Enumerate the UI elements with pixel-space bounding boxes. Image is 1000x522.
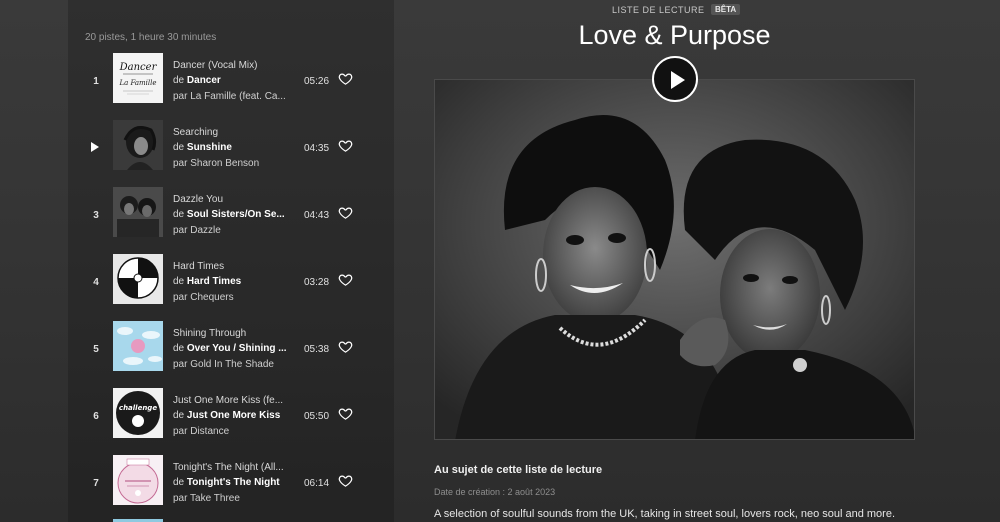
track-duration: 05:38: [304, 344, 330, 355]
track-duration: 04:35: [304, 143, 330, 154]
track-album-line: de Tonight's The Night: [173, 477, 288, 488]
play-button[interactable]: [652, 56, 698, 102]
track-title[interactable]: Searching: [173, 127, 288, 138]
track-row[interactable]: 1 Dancer La Famille Dancer (Vocal Mix) de…: [68, 50, 394, 117]
svg-text:La Famille: La Famille: [118, 79, 156, 87]
page-title: Love & Purpose: [578, 20, 771, 50]
track-duration: 06:14: [304, 478, 330, 489]
track-number: 6: [93, 411, 99, 422]
from-prefix: de: [173, 410, 187, 421]
album-cover[interactable]: Dancer La Famille: [113, 53, 163, 103]
heart-icon[interactable]: [338, 138, 353, 153]
track-album[interactable]: Just One More Kiss: [187, 410, 280, 421]
track-album[interactable]: Over You / Shining ...: [187, 343, 287, 354]
heart-icon[interactable]: [338, 473, 353, 488]
svg-text:challenge: challenge: [119, 404, 157, 412]
track-row[interactable]: 3 Dazzle You de Soul Sisters/On Se... pa…: [68, 184, 394, 251]
album-cover[interactable]: challenge: [113, 388, 163, 438]
track-artist[interactable]: par Chequers: [173, 292, 288, 303]
track-album[interactable]: Hard Times: [187, 276, 241, 287]
track-album[interactable]: Sunshine: [187, 142, 232, 153]
track-duration: 03:28: [304, 277, 330, 288]
track-artist[interactable]: par Distance: [173, 426, 288, 437]
from-prefix: de: [173, 276, 187, 287]
now-playing-icon[interactable]: [91, 142, 99, 152]
about-heading: Au sujet de cette liste de lecture: [434, 464, 603, 476]
track-album-line: de Dancer: [173, 75, 288, 86]
track-duration: 05:50: [304, 411, 330, 422]
track-album-line: de Over You / Shining ...: [173, 343, 288, 354]
album-cover[interactable]: [113, 321, 163, 371]
from-prefix: de: [173, 477, 187, 488]
track-row[interactable]: Searching de Sunshine par Sharon Benson …: [68, 117, 394, 184]
track-duration: 05:26: [304, 76, 330, 87]
playlist-summary: 20 pistes, 1 heure 30 minutes: [85, 32, 217, 43]
track-title[interactable]: Just One More Kiss (fe...: [173, 395, 288, 406]
track-number: 7: [93, 478, 99, 489]
track-title[interactable]: Tonight's The Night (All...: [173, 462, 288, 473]
beta-badge: BÊTA: [711, 4, 741, 15]
track-title[interactable]: Shining Through: [173, 328, 288, 339]
track-number: 1: [93, 76, 99, 87]
track-row[interactable]: 4 Hard Times de Hard Times par Chequers …: [68, 251, 394, 318]
heart-icon[interactable]: [338, 339, 353, 354]
album-cover[interactable]: [113, 187, 163, 237]
playlist-cover-image: [434, 79, 915, 440]
album-cover[interactable]: [113, 455, 163, 505]
track-artist[interactable]: par Dazzle: [173, 225, 288, 236]
from-prefix: de: [173, 142, 187, 153]
track-row[interactable]: 7 Tonight's The Night (All... de Tonight…: [68, 452, 394, 519]
album-cover[interactable]: [113, 254, 163, 304]
track-artist[interactable]: par Sharon Benson: [173, 158, 288, 169]
track-album[interactable]: Soul Sisters/On Se...: [187, 209, 285, 220]
track-album-line: de Just One More Kiss: [173, 410, 288, 421]
from-prefix: de: [173, 75, 187, 86]
track-row[interactable]: 6 challenge Just One More Kiss (fe... de…: [68, 385, 394, 452]
track-number: 3: [93, 210, 99, 221]
heart-icon[interactable]: [338, 406, 353, 421]
track-artist[interactable]: par Gold In The Shade: [173, 359, 288, 370]
heart-icon[interactable]: [338, 205, 353, 220]
track-artist[interactable]: par Take Three: [173, 493, 288, 504]
track-album-line: de Hard Times: [173, 276, 288, 287]
track-title[interactable]: Dancer (Vocal Mix): [173, 60, 288, 71]
track-number: 4: [93, 277, 99, 288]
creation-date: Date de création : 2 août 2023: [434, 487, 556, 497]
track-number: 5: [93, 344, 99, 355]
track-title[interactable]: Hard Times: [173, 261, 288, 272]
svg-text:Dancer: Dancer: [119, 62, 158, 73]
heart-icon[interactable]: [338, 71, 353, 86]
track-album[interactable]: Dancer: [187, 75, 221, 86]
track-row[interactable]: 5 Shining Through de Over You / Shining …: [68, 318, 394, 385]
from-prefix: de: [173, 343, 187, 354]
playlist-kicker: LISTE DE LECTURE: [612, 5, 705, 15]
track-album-line: de Sunshine: [173, 142, 288, 153]
track-album-line: de Soul Sisters/On Se...: [173, 209, 288, 220]
album-cover[interactable]: [113, 120, 163, 170]
from-prefix: de: [173, 209, 187, 220]
playlist-description: A selection of soulful sounds from the U…: [434, 508, 896, 520]
track-album[interactable]: Tonight's The Night: [187, 477, 280, 488]
track-duration: 04:43: [304, 210, 330, 221]
heart-icon[interactable]: [338, 272, 353, 287]
track-artist[interactable]: par La Famille (feat. Ca...: [173, 91, 288, 102]
track-title[interactable]: Dazzle You: [173, 194, 288, 205]
play-icon: [671, 71, 685, 89]
